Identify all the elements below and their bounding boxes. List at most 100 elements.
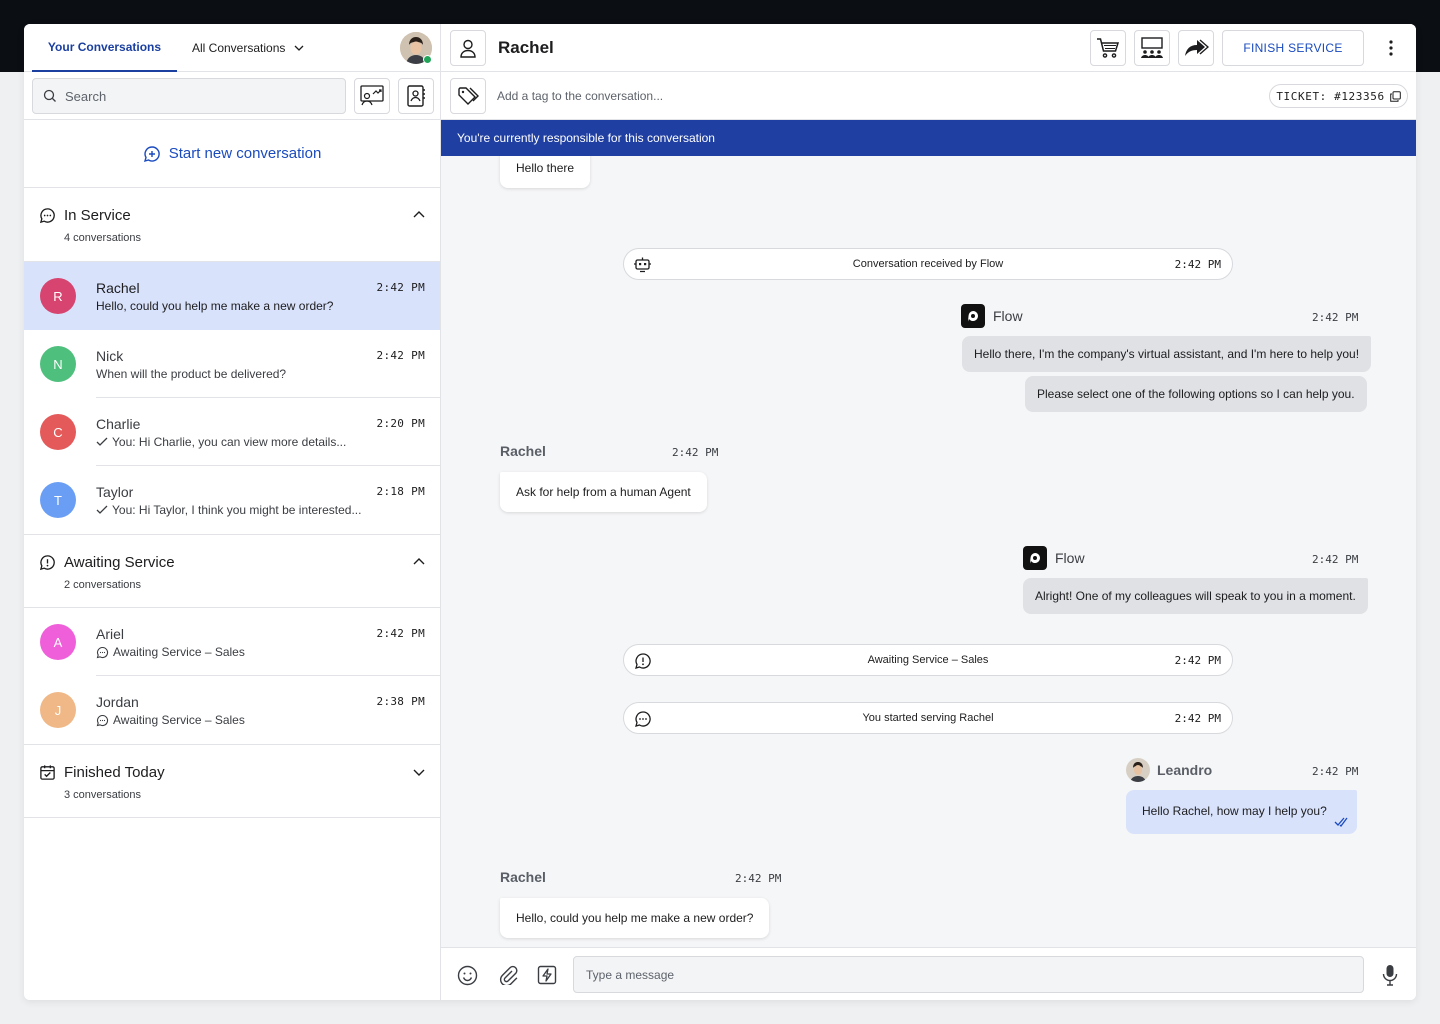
meeting-button[interactable] [1134, 30, 1170, 66]
conversation-name: Rachel [96, 280, 140, 296]
sender-name: Rachel [500, 869, 546, 885]
message-input[interactable] [573, 956, 1364, 993]
tag-input[interactable] [497, 84, 997, 108]
avatar: J [40, 692, 76, 728]
conversation-item-rachel[interactable]: R Rachel 2:42 PM Hello, could you help m… [24, 262, 440, 330]
search-box[interactable] [32, 78, 346, 114]
avatar: R [40, 278, 76, 314]
snippet-text: Awaiting Service – Sales [113, 713, 245, 727]
conversation-snippet: Awaiting Service – Sales [96, 713, 245, 727]
contact-name: Rachel [498, 38, 554, 57]
section-title: Finished Today [64, 764, 165, 781]
contact-book-icon [407, 85, 425, 107]
cart-button[interactable] [1090, 30, 1126, 66]
tag-button[interactable] [450, 78, 486, 114]
transfer-conversation-button[interactable] [354, 78, 390, 114]
ticket-badge[interactable]: TICKET: #123356 [1269, 84, 1408, 108]
agent-transfer-icon [360, 85, 384, 106]
avatar: A [40, 624, 76, 660]
conversation-snippet: Awaiting Service – Sales [96, 645, 245, 659]
message-bubble-incoming: Hello there [500, 156, 591, 188]
agent-photo-icon [1126, 758, 1150, 782]
chat-alert-icon [39, 555, 55, 571]
attach-button[interactable] [497, 964, 519, 986]
chat-header: Rachel FINISH SERVICE [441, 24, 1416, 72]
chat-icon [96, 714, 109, 726]
event-awaiting-service: Awaiting Service – Sales 2:42 PM [623, 644, 1233, 676]
online-status-dot [423, 55, 432, 64]
paperclip-icon [500, 965, 518, 985]
message-time: 2:42 PM [672, 446, 719, 459]
section-finished-today[interactable]: Finished Today 3 conversations [24, 744, 440, 818]
message-list[interactable]: Hello there Conversation received by Flo… [441, 156, 1416, 947]
calendar-check-icon [40, 765, 55, 780]
conversation-name: Ariel [96, 626, 125, 642]
message-time: 2:42 PM [1312, 311, 1359, 324]
double-check-icon [1334, 817, 1348, 827]
start-new-conversation-button[interactable]: Start new conversation [24, 120, 440, 188]
sidebar-tabs: Your Conversations All Conversations [24, 24, 440, 72]
search-icon [43, 89, 56, 102]
event-started-serving: You started serving Rachel 2:42 PM [623, 702, 1233, 734]
conversation-snippet: When will the product be delivered? [96, 367, 286, 381]
conversation-name: Taylor [96, 484, 134, 500]
conversation-item-taylor[interactable]: T Taylor 2:18 PM You: Hi Taylor, I think… [24, 466, 440, 534]
check-icon [96, 505, 108, 514]
event-text: Awaiting Service – Sales [867, 654, 989, 666]
contacts-button[interactable] [398, 78, 434, 114]
copy-icon [1389, 90, 1401, 102]
lightning-box-icon [537, 965, 557, 985]
chevron-down-icon [413, 769, 425, 776]
conversation-item-charlie[interactable]: C Charlie 2:20 PM You: Hi Charlie, you c… [24, 398, 440, 466]
vertical-dots-icon [1389, 40, 1393, 56]
message-bubble-bot: Please select one of the following optio… [1025, 376, 1367, 412]
snippet-text: When will the product be delivered? [96, 367, 287, 381]
start-new-conversation-label: Start new conversation [168, 145, 322, 162]
chevron-up-icon [413, 211, 425, 218]
tags-icon [458, 87, 479, 105]
contact-profile-button[interactable] [450, 30, 486, 66]
conversation-item-jordan[interactable]: J Jordan 2:38 PM Awaiting Service – Sale… [24, 676, 440, 744]
event-time: 2:42 PM [1174, 258, 1221, 271]
forward-button[interactable] [1178, 30, 1214, 66]
event-time: 2:42 PM [1174, 654, 1221, 667]
flow-logo-icon [1023, 546, 1047, 570]
more-options-button[interactable] [1379, 36, 1403, 60]
tab-all-conversations[interactable]: All Conversations [192, 24, 305, 72]
conversation-item-nick[interactable]: N Nick 2:42 PM When will the product be … [24, 330, 440, 398]
section-count: 2 conversations [64, 579, 142, 591]
flow-logo-icon [961, 304, 985, 328]
message-bubble-incoming: Ask for help from a human Agent [500, 472, 707, 512]
event-text: You started serving Rachel [862, 712, 994, 724]
conversation-sidebar: Your Conversations All Conversations Sea… [24, 24, 441, 1000]
smiley-icon [457, 965, 477, 985]
share-forward-icon [1185, 39, 1209, 56]
conversation-name: Jordan [96, 694, 139, 710]
shopping-cart-icon [1097, 38, 1120, 58]
tab-your-conversations[interactable]: Your Conversations [32, 24, 177, 72]
section-count: 4 conversations [64, 232, 142, 244]
voice-record-button[interactable] [1379, 964, 1401, 986]
search-input[interactable] [65, 88, 325, 104]
section-title: In Service [64, 207, 131, 224]
avatar: T [40, 482, 76, 518]
event-time: 2:42 PM [1174, 712, 1221, 725]
conversation-snippet: Hello, could you help me make a new orde… [96, 299, 333, 313]
chevron-up-icon [413, 558, 425, 565]
sender-name: Leandro [1157, 762, 1213, 778]
emoji-button[interactable] [456, 964, 478, 986]
message-bubble-agent: Hello Rachel, how may I help you? [1126, 790, 1357, 834]
chat-bubbles-icon [39, 208, 55, 224]
finish-service-button[interactable]: FINISH SERVICE [1222, 30, 1364, 66]
microphone-icon [1382, 965, 1398, 986]
event-conversation-received: Conversation received by Flow 2:42 PM [623, 248, 1233, 280]
snippet-text: You: Hi Charlie, you can view more detai… [112, 435, 347, 449]
section-awaiting-service[interactable]: Awaiting Service 2 conversations [24, 534, 440, 608]
conversation-item-ariel[interactable]: A Ariel 2:42 PM Awaiting Service – Sales [24, 608, 440, 676]
search-row [24, 72, 440, 120]
section-in-service[interactable]: In Service 4 conversations [24, 188, 440, 262]
conversation-time: 2:42 PM [376, 349, 425, 362]
quick-reply-button[interactable] [536, 964, 558, 986]
conversation-snippet: You: Hi Charlie, you can view more detai… [96, 435, 346, 449]
avatar: N [40, 346, 76, 382]
